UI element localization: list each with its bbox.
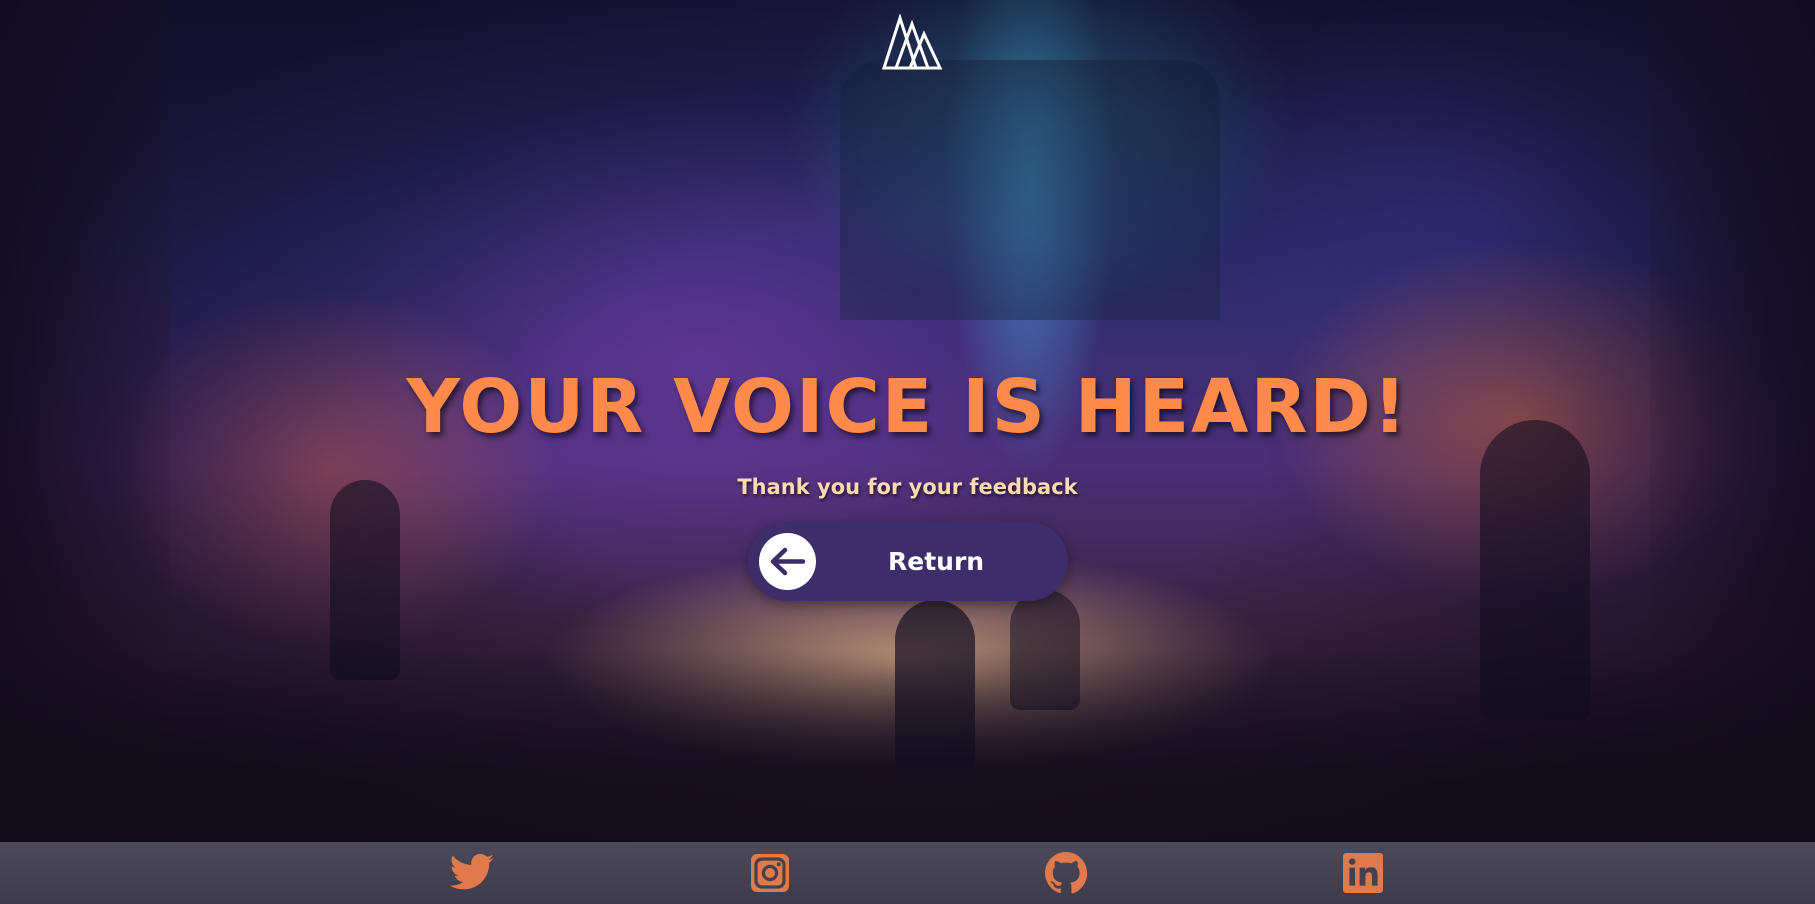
footer	[0, 842, 1815, 904]
page-title: YOUR VOICE IS HEARD!	[406, 364, 1409, 450]
return-button[interactable]: Return	[748, 522, 1068, 601]
subtitle: Thank you for your feedback	[737, 475, 1078, 499]
return-button-label: Return	[888, 547, 985, 576]
page: YOUR VOICE IS HEARD! Thank you for your …	[0, 0, 1815, 904]
github-icon[interactable]	[1042, 849, 1090, 897]
triangle-logo-icon[interactable]	[880, 13, 944, 72]
linkedin-icon[interactable]	[1339, 849, 1387, 897]
instagram-icon[interactable]	[746, 849, 794, 897]
twitter-icon[interactable]	[448, 849, 496, 897]
arrow-left-icon	[759, 533, 816, 590]
